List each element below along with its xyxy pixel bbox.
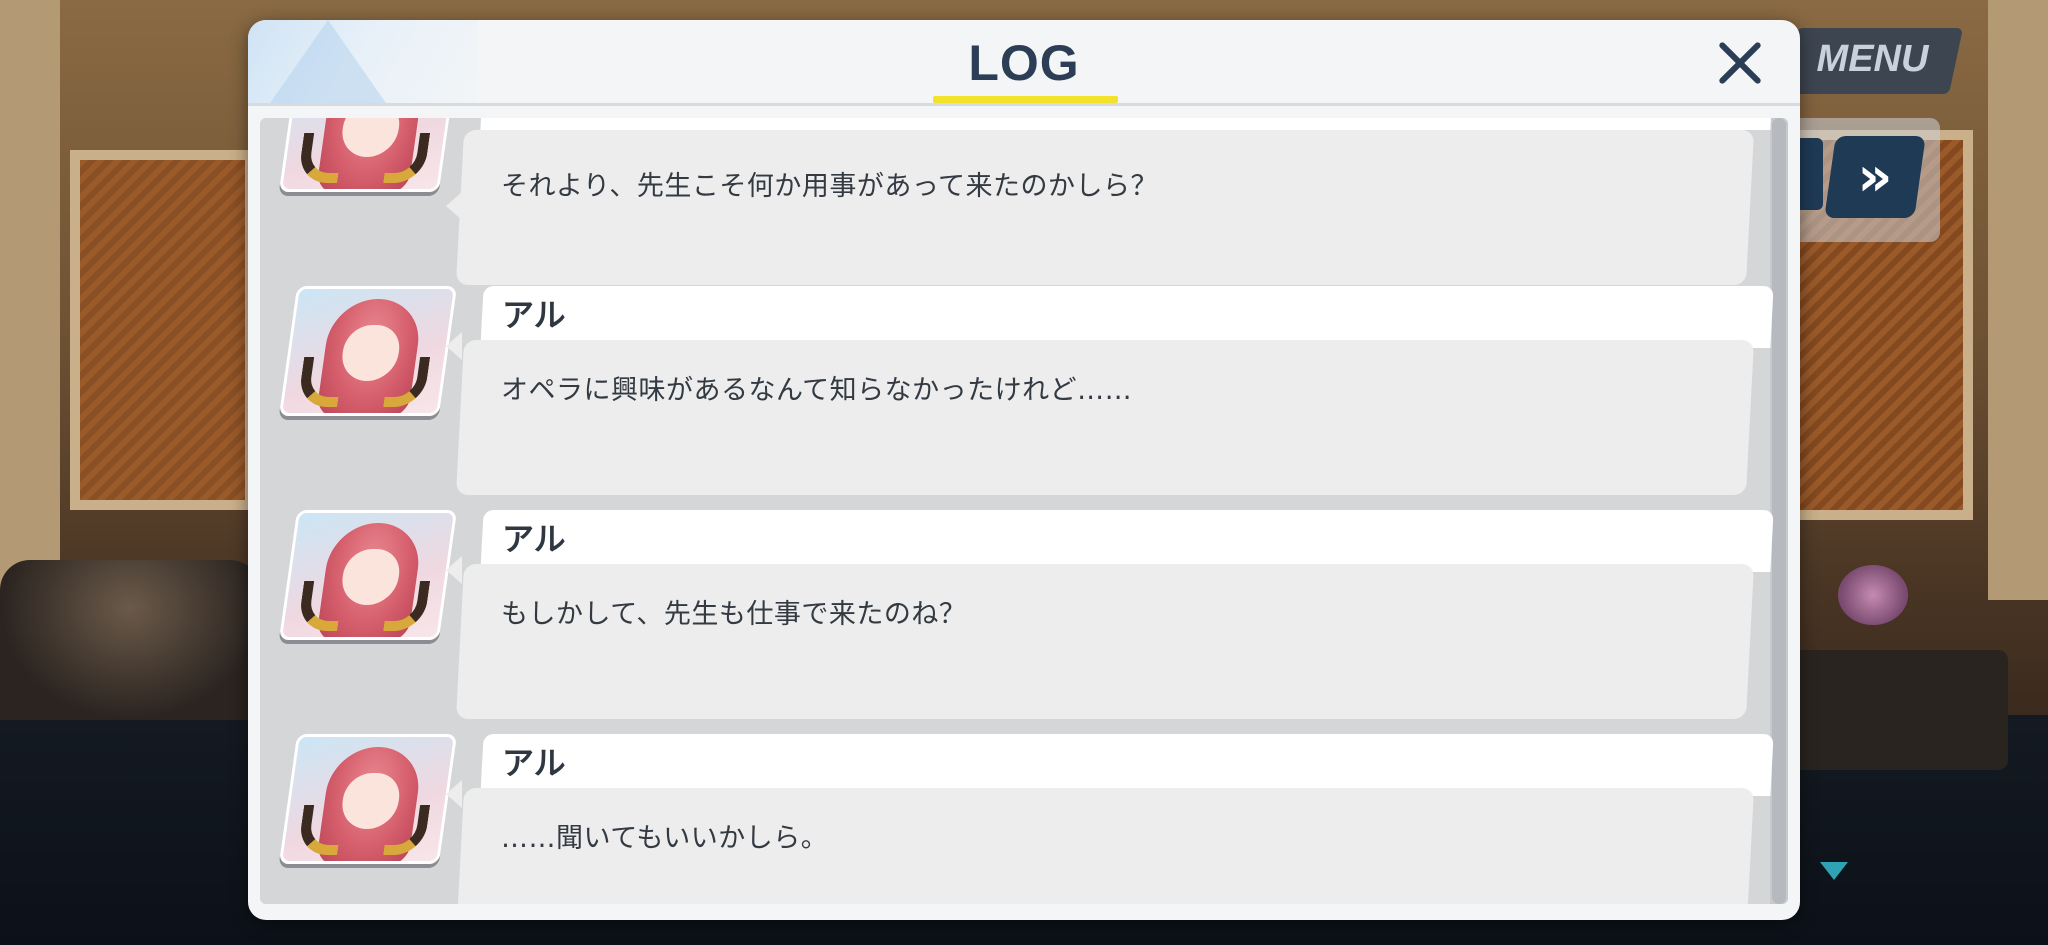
speaker-tab	[480, 286, 1774, 348]
character-avatar	[278, 118, 458, 192]
log-entry: それより、先生こそ何か用事があって来たのかしら？	[260, 118, 1774, 285]
title-underline	[933, 96, 1118, 103]
bubble-pointer	[446, 332, 462, 360]
log-entry: アル ……聞いてもいいかしら。	[260, 734, 1774, 904]
log-list[interactable]: それより、先生こそ何か用事があって来たのかしら？ アル オペラに興味があるなんて…	[260, 118, 1788, 904]
speaker-name: アル	[502, 520, 566, 558]
dialogue-text: ……聞いてもいいかしら。	[501, 823, 829, 854]
next-arrow-icon	[1820, 862, 1848, 880]
scrollbar-thumb[interactable]	[1772, 118, 1786, 904]
wall-pillar-left	[0, 0, 60, 600]
speaker-tab	[480, 734, 1774, 796]
dialogue-text: それより、先生こそ何か用事があって来たのかしら？	[501, 171, 1159, 202]
close-icon[interactable]	[1708, 32, 1772, 96]
dialog-header: LOG	[248, 20, 1800, 106]
log-entry: アル オペラに興味があるなんて知らなかったけれど……	[260, 286, 1774, 498]
bubble-pointer	[446, 192, 462, 220]
bubble-pointer	[446, 556, 462, 584]
dialogue-text: もしかして、先生も仕事で来たのね？	[501, 599, 967, 630]
flower-vase	[1838, 565, 1908, 625]
log-entry: アル もしかして、先生も仕事で来たのね？	[260, 510, 1774, 722]
log-dialog: LOG それより、先生こそ何か用事があって来たのかしら？ アル オペラに興味があ…	[248, 20, 1800, 920]
dialogue-bubble	[455, 130, 1755, 285]
sofa	[0, 560, 260, 720]
character-avatar	[278, 734, 458, 864]
dialogue-bubble	[455, 564, 1755, 719]
menu-button-label: MENU	[1816, 38, 1929, 80]
scrollbar[interactable]	[1770, 118, 1788, 904]
speaker-name: アル	[502, 744, 566, 782]
dialogue-text: オペラに興味があるなんて知らなかったけれど……	[501, 375, 1133, 406]
speaker-tab	[480, 510, 1774, 572]
character-avatar	[278, 510, 458, 640]
character-avatar	[278, 286, 458, 416]
bubble-pointer	[446, 780, 462, 808]
fast-forward-icon: »	[1857, 145, 1893, 208]
dialog-title: LOG	[968, 35, 1080, 91]
speaker-tab	[480, 118, 1774, 130]
wall-panel-left	[70, 150, 255, 510]
speaker-name: アル	[502, 296, 566, 334]
wall-pillar-right	[1988, 0, 2048, 600]
dialogue-bubble	[455, 340, 1755, 495]
